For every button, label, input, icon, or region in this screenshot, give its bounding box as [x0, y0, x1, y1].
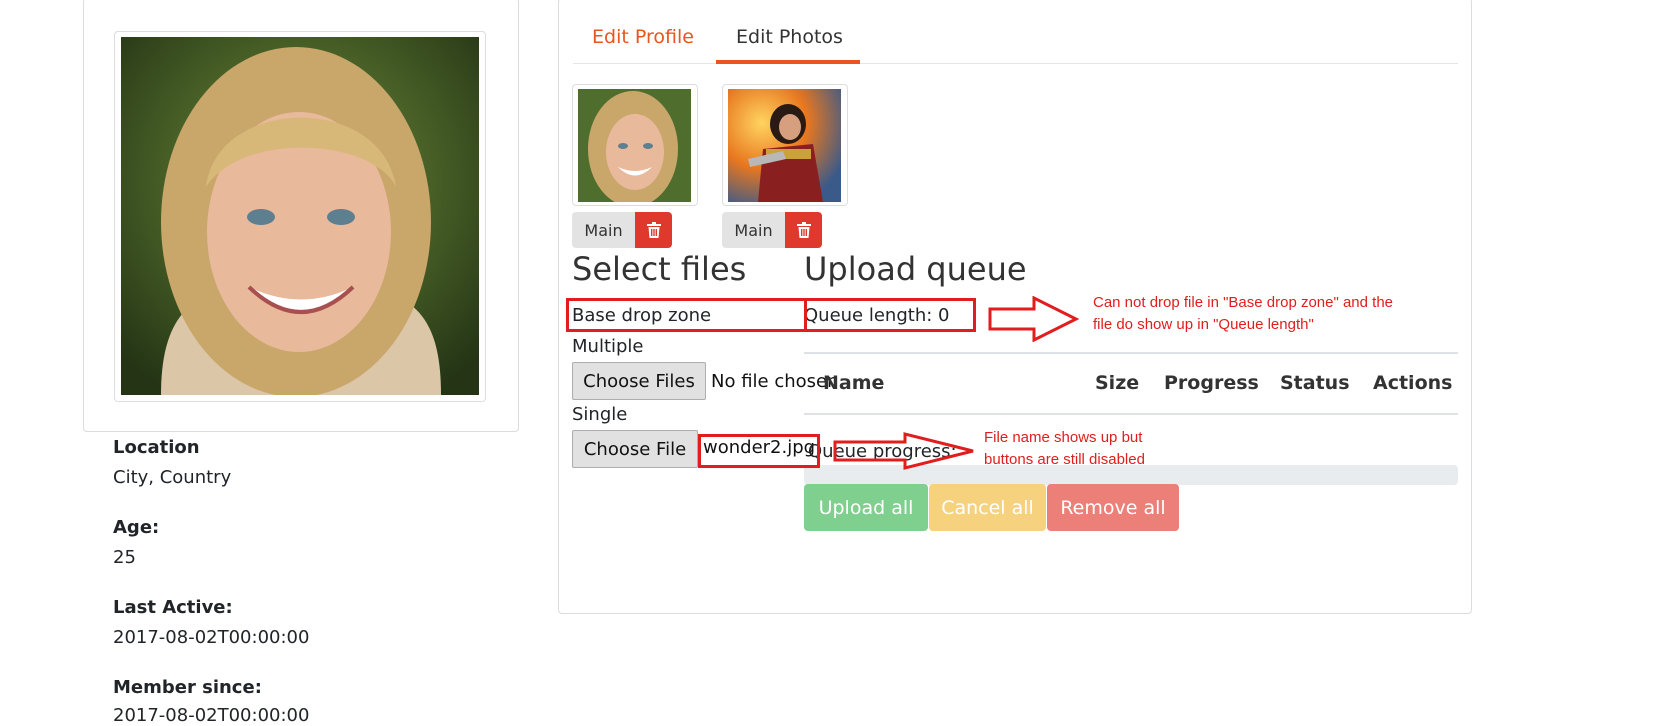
annotation-highlight-box [804, 298, 976, 332]
annotation-arrow-icon [988, 296, 1080, 342]
member-since-label: Member since: [113, 677, 262, 698]
multiple-file-status: No file chosen [711, 371, 839, 392]
select-files-heading: Select files [572, 250, 747, 288]
annotation-note-line: Can not drop file in "Base drop zone" an… [1093, 294, 1394, 311]
column-header-progress: Progress [1164, 372, 1259, 394]
member-since-value: 2017-08-02T00:00:00 [113, 705, 310, 726]
tab-edit-profile[interactable]: Edit Profile [592, 26, 694, 48]
column-header-name: Name [823, 372, 885, 394]
set-main-photo-button[interactable]: Main [722, 212, 785, 248]
upload-queue-heading: Upload queue [804, 250, 1027, 288]
trash-icon [646, 222, 661, 238]
last-active-value: 2017-08-02T00:00:00 [113, 627, 310, 648]
set-main-photo-button[interactable]: Main [572, 212, 635, 248]
delete-photo-button[interactable] [635, 212, 672, 248]
cancel-all-button[interactable]: Cancel all [929, 484, 1046, 531]
annotation-note: Can not drop file in "Base drop zone" an… [1093, 292, 1393, 336]
photo-thumbnail[interactable] [578, 89, 691, 202]
table-header-border [804, 413, 1458, 415]
annotation-note-line: file do show up in "Queue length" [1093, 316, 1314, 333]
single-label: Single [572, 404, 628, 425]
column-header-size: Size [1095, 372, 1140, 394]
location-value: City, Country [113, 467, 232, 488]
remove-all-button[interactable]: Remove all [1047, 484, 1179, 531]
annotation-arrow-icon [833, 432, 974, 470]
tabs-divider [573, 63, 1458, 64]
column-header-status: Status [1280, 372, 1350, 394]
choose-files-button[interactable]: Choose Files [572, 362, 706, 400]
last-active-label: Last Active: [113, 597, 233, 618]
multiple-label: Multiple [572, 336, 644, 357]
profile-photo [121, 37, 479, 395]
trash-icon [796, 222, 811, 238]
tab-edit-photos[interactable]: Edit Photos [736, 26, 843, 48]
location-label: Location [113, 437, 200, 458]
annotation-note-line: File name shows up but [984, 429, 1143, 446]
age-value: 25 [113, 547, 136, 568]
column-header-actions: Actions [1373, 372, 1453, 394]
age-label: Age: [113, 517, 160, 538]
upload-all-button[interactable]: Upload all [804, 484, 928, 531]
table-top-border [804, 352, 1458, 354]
choose-file-button[interactable]: Choose File [572, 430, 698, 468]
annotation-note: File name shows up but buttons are still… [984, 427, 1145, 471]
active-tab-indicator [716, 60, 860, 64]
photo-thumbnail[interactable] [728, 89, 841, 202]
annotation-highlight-box [698, 434, 820, 468]
annotation-note-line: buttons are still disabled [984, 451, 1145, 468]
delete-photo-button[interactable] [785, 212, 822, 248]
